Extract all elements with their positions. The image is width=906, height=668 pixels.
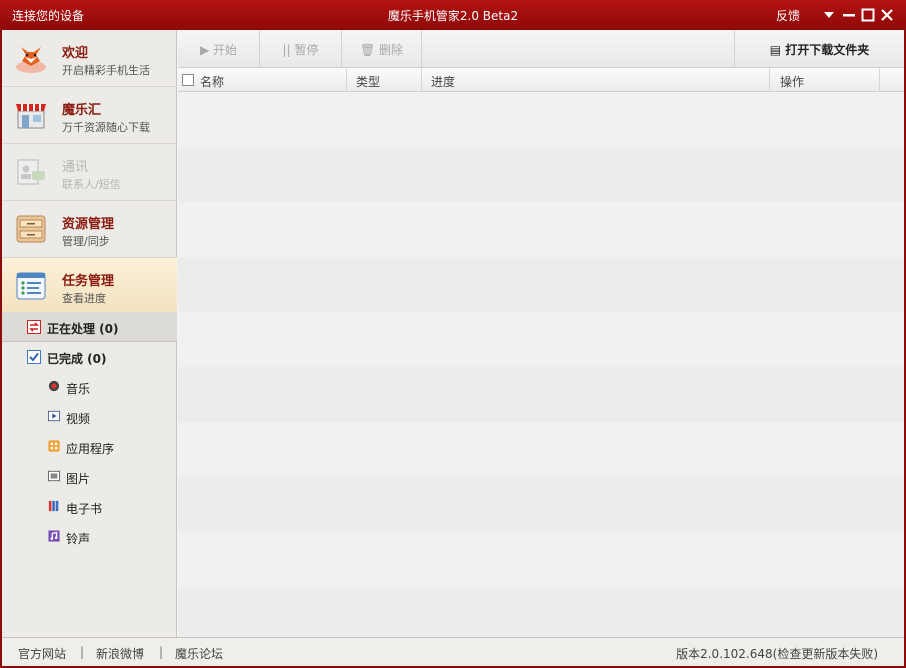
contacts-icon bbox=[14, 155, 48, 189]
store-icon bbox=[14, 98, 48, 132]
table-row bbox=[178, 367, 904, 422]
fox-icon bbox=[14, 41, 48, 75]
category-music[interactable]: 音乐 bbox=[2, 372, 177, 402]
select-all-checkbox[interactable] bbox=[182, 74, 194, 86]
table-row bbox=[178, 202, 904, 257]
separator: | bbox=[80, 645, 85, 659]
separator: | bbox=[159, 645, 164, 659]
sidebar: 欢迎 开启精彩手机生活 魔乐汇 万千资源随心下载 通讯 联系人/短信 资源管理 … bbox=[2, 30, 177, 637]
column-name[interactable]: 名称 bbox=[178, 68, 347, 92]
nav-subtitle: 管理/同步 bbox=[62, 235, 110, 248]
nav-title: 通讯 bbox=[62, 160, 89, 175]
play-icon: ▶ bbox=[199, 43, 210, 57]
category-label: 图片 bbox=[66, 472, 91, 486]
window-title: 魔乐手机管家2.0 Beta2 bbox=[387, 9, 519, 23]
pause-button[interactable]: || 暂停 bbox=[260, 30, 342, 68]
table-row bbox=[178, 147, 904, 202]
nav-subtitle: 联系人/短信 bbox=[62, 178, 121, 191]
table-header: 名称 类型 进度 操作 bbox=[178, 68, 904, 92]
app-window: 连接您的设备 魔乐手机管家2.0 Beta2 反馈 欢迎 开启精彩手机生活 魔乐… bbox=[0, 0, 906, 668]
table-row bbox=[178, 477, 904, 532]
nav-title: 欢迎 bbox=[62, 46, 89, 61]
completed-item[interactable]: 已完成 (0) bbox=[2, 342, 177, 372]
nav-title: 任务管理 bbox=[62, 274, 115, 289]
table-row bbox=[178, 312, 904, 367]
weibo-link[interactable]: 新浪微博 bbox=[96, 645, 144, 662]
category-pictures[interactable]: 图片 bbox=[2, 462, 177, 492]
category-label: 应用程序 bbox=[66, 442, 115, 456]
title-bar: 连接您的设备 魔乐手机管家2.0 Beta2 反馈 bbox=[0, 0, 906, 30]
category-ringtones[interactable]: 铃声 bbox=[2, 522, 177, 552]
category-label: 音乐 bbox=[66, 382, 91, 396]
nav-title: 魔乐汇 bbox=[62, 103, 102, 118]
column-header: 操作 bbox=[780, 75, 805, 89]
nav-tasks[interactable]: 任务管理 查看进度 bbox=[2, 258, 177, 315]
minimize-icon[interactable] bbox=[842, 8, 856, 22]
nav-subtitle: 万千资源随心下载 bbox=[62, 121, 150, 134]
task-list-icon bbox=[14, 269, 48, 303]
start-label: 开始 bbox=[213, 43, 238, 57]
menu-dropdown-icon[interactable] bbox=[822, 8, 836, 22]
column-header: 名称 bbox=[200, 75, 225, 89]
nav-welcome[interactable]: 欢迎 开启精彩手机生活 bbox=[2, 30, 177, 87]
table-row bbox=[178, 532, 904, 587]
close-icon[interactable] bbox=[880, 8, 894, 22]
feedback-link[interactable]: 反馈 bbox=[776, 7, 800, 24]
pause-label: 暂停 bbox=[294, 43, 319, 57]
ebook-icon bbox=[48, 500, 62, 514]
column-progress[interactable]: 进度 bbox=[422, 68, 770, 92]
checkbox-checked-icon bbox=[27, 350, 41, 364]
official-site-link[interactable]: 官方网站 bbox=[18, 645, 66, 662]
document-icon: ▤ bbox=[769, 43, 782, 57]
app-icon bbox=[48, 440, 62, 454]
start-button[interactable]: ▶ 开始 bbox=[178, 30, 260, 68]
processing-icon bbox=[27, 320, 41, 334]
open-download-folder-button[interactable]: ▤ 打开下载文件夹 bbox=[734, 30, 904, 68]
processing-row: 正在处理 (0) bbox=[2, 312, 177, 342]
maximize-icon[interactable] bbox=[861, 8, 875, 22]
completed-label: 已完成 (0) bbox=[47, 352, 107, 366]
processing-item[interactable]: 正在处理 (0) bbox=[2, 312, 177, 342]
delete-button[interactable]: 🗑 删除 bbox=[342, 30, 422, 68]
category-apps[interactable]: 应用程序 bbox=[2, 432, 177, 462]
column-header: 进度 bbox=[431, 75, 456, 89]
pause-icon: || bbox=[282, 43, 291, 57]
table-row bbox=[178, 422, 904, 477]
open-folder-label: 打开下载文件夹 bbox=[785, 43, 870, 57]
main-panel: ▶ 开始 || 暂停 🗑 删除 ▤ 打开下载文件夹 名称 类型 进度 操作 bbox=[178, 30, 904, 637]
trash-icon: 🗑 bbox=[359, 43, 376, 57]
category-label: 铃声 bbox=[66, 532, 91, 546]
column-actions[interactable]: 操作 bbox=[770, 68, 880, 92]
toolbar: ▶ 开始 || 暂停 🗑 删除 ▤ 打开下载文件夹 bbox=[178, 30, 904, 68]
column-header: 类型 bbox=[356, 75, 381, 89]
nav-title: 资源管理 bbox=[62, 217, 115, 232]
category-label: 电子书 bbox=[66, 502, 103, 516]
column-type[interactable]: 类型 bbox=[347, 68, 422, 92]
delete-label: 删除 bbox=[379, 43, 404, 57]
table-row bbox=[178, 257, 904, 312]
version-text: 版本2.0.102.648(检查更新版本失败) bbox=[676, 647, 878, 661]
nav-subtitle: 查看进度 bbox=[62, 292, 106, 305]
ringtone-icon bbox=[48, 530, 62, 544]
nav-store[interactable]: 魔乐汇 万千资源随心下载 bbox=[2, 87, 177, 144]
video-icon bbox=[48, 410, 62, 424]
picture-icon bbox=[48, 470, 62, 484]
category-label: 视频 bbox=[66, 412, 91, 426]
table-row bbox=[178, 92, 904, 147]
cabinet-icon bbox=[14, 212, 48, 246]
forum-link[interactable]: 魔乐论坛 bbox=[175, 645, 223, 662]
category-ebooks[interactable]: 电子书 bbox=[2, 492, 177, 522]
nav-subtitle: 开启精彩手机生活 bbox=[62, 64, 150, 77]
processing-label: 正在处理 (0) bbox=[47, 322, 119, 336]
music-icon bbox=[48, 380, 62, 394]
status-bar: 官方网站 | 新浪微博 | 魔乐论坛 版本2.0.102.648(检查更新版本失… bbox=[2, 637, 904, 666]
task-list bbox=[178, 92, 904, 637]
nav-communication[interactable]: 通讯 联系人/短信 bbox=[2, 144, 177, 201]
table-row bbox=[178, 587, 904, 637]
nav-resources[interactable]: 资源管理 管理/同步 bbox=[2, 201, 177, 258]
category-video[interactable]: 视频 bbox=[2, 402, 177, 432]
